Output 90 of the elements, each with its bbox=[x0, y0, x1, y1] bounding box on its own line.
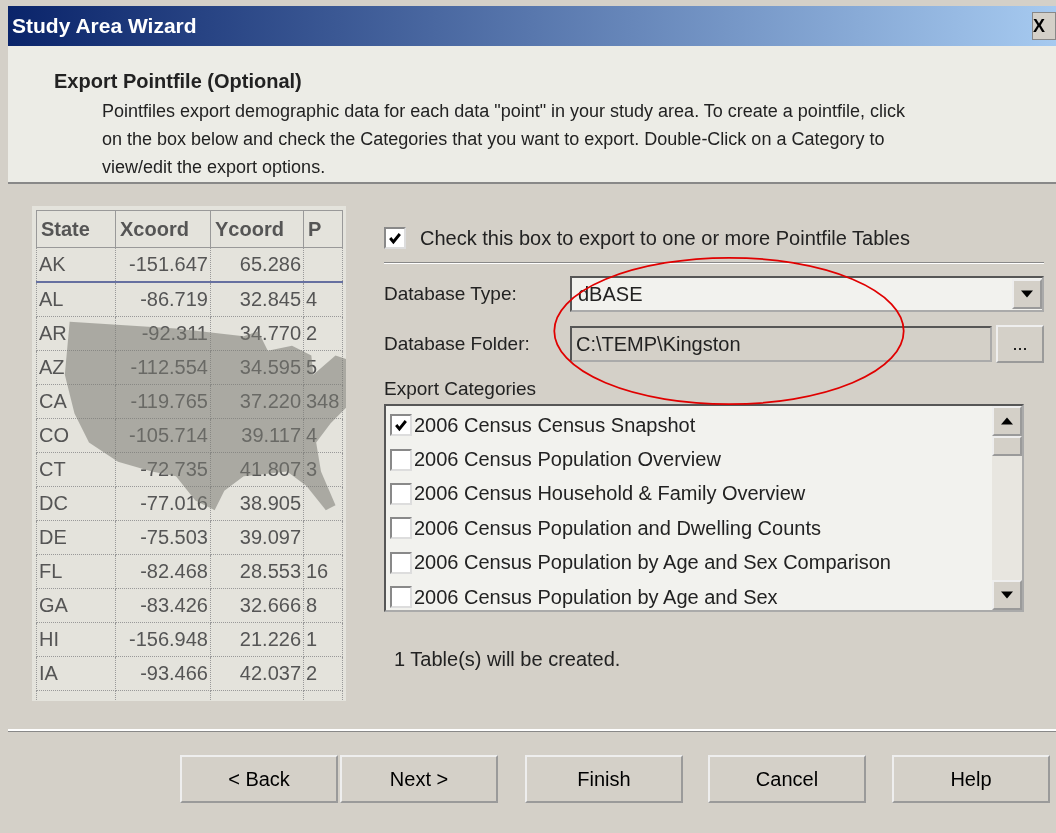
checkmark-icon bbox=[393, 417, 409, 434]
table-cell: AR bbox=[36, 316, 116, 351]
table-cell: HI bbox=[36, 622, 116, 657]
table-cell: -72.735 bbox=[115, 452, 211, 487]
field-label: Database Folder: bbox=[384, 333, 531, 355]
wizard-button[interactable]: < Back bbox=[180, 755, 338, 803]
page-description: Pointfiles export demographic data for each data "point" in your study area. To create a pointfile, click on the box below and check the Categories that you want to export. Double-Click on a Category to view/edit the export options. bbox=[102, 100, 906, 179]
status-text: 1 Table(s) will be created. bbox=[394, 648, 622, 671]
table-cell: -75.503 bbox=[115, 520, 211, 555]
table-cell: DC bbox=[36, 486, 116, 521]
category-item[interactable]: 2006 Census Population by Age and Sex Comparison bbox=[414, 551, 891, 575]
table-cell: -112.554 bbox=[115, 350, 211, 385]
category-item[interactable]: 2006 Census Population Overview bbox=[414, 448, 721, 472]
table-cell: 21.226 bbox=[210, 622, 304, 657]
wizard-button[interactable]: Next > bbox=[340, 755, 498, 803]
scroll-thumb[interactable] bbox=[992, 436, 1022, 456]
table-cell: -77.016 bbox=[115, 486, 211, 521]
table-cell: 5 bbox=[303, 350, 343, 385]
column-header: State bbox=[36, 210, 116, 248]
table-cell: -151.647 bbox=[115, 247, 211, 282]
database-folder-field[interactable]: C:\TEMP\Kingston bbox=[570, 326, 992, 362]
table-cell: 41.807 bbox=[210, 452, 304, 487]
checkbox[interactable] bbox=[390, 551, 412, 574]
table-cell: 65.286 bbox=[210, 247, 304, 282]
table-cell: 8 bbox=[303, 588, 343, 623]
table-cell: AK bbox=[36, 247, 116, 282]
category-item[interactable]: 2006 Census Household & Family Overview bbox=[414, 482, 806, 506]
field-label: Database Type: bbox=[384, 283, 518, 305]
table-cell: 348 bbox=[303, 384, 343, 419]
table-cell: AZ bbox=[36, 350, 116, 385]
table-cell: 32.666 bbox=[210, 588, 304, 623]
list-label: Export Categories bbox=[384, 378, 538, 400]
table-cell: 1 bbox=[303, 622, 343, 657]
table-cell: -119.765 bbox=[115, 384, 211, 419]
table-cell: -156.948 bbox=[115, 622, 211, 657]
table-cell: CA bbox=[36, 384, 116, 419]
table-cell: -105.714 bbox=[115, 418, 211, 453]
table-cell: 32.845 bbox=[210, 282, 304, 317]
wizard-button[interactable]: Cancel bbox=[708, 755, 866, 803]
table-cell: 3 bbox=[303, 452, 343, 487]
wizard-button[interactable]: Finish bbox=[525, 755, 683, 803]
scrollbar[interactable] bbox=[992, 406, 1022, 610]
category-item[interactable]: 2006 Census Population and Dwelling Counts bbox=[414, 516, 821, 540]
checkmark-icon bbox=[387, 230, 403, 246]
scroll-down-icon[interactable] bbox=[992, 580, 1022, 610]
table-cell: GA bbox=[36, 588, 116, 623]
table-cell: IA bbox=[36, 656, 116, 691]
export-checkbox[interactable]: Check this box to export to one or more Pointfile Tables bbox=[384, 222, 1044, 254]
scroll-up-icon[interactable] bbox=[992, 406, 1022, 436]
table-cell: 2 bbox=[303, 656, 343, 691]
table-cell: -82.468 bbox=[115, 554, 211, 589]
table-cell: 39.117 bbox=[210, 418, 304, 453]
column-header: Xcoord bbox=[115, 210, 211, 248]
table-cell: AL bbox=[36, 282, 116, 317]
checkbox[interactable] bbox=[390, 414, 412, 437]
browse-button[interactable]: ... bbox=[996, 325, 1044, 363]
category-item[interactable]: 2006 Census Population by Age and Sex bbox=[414, 585, 778, 609]
table-cell: 38.905 bbox=[210, 486, 304, 521]
checkbox-label: Check this box to export to one or more Pointfile Tables bbox=[420, 226, 910, 250]
table-cell: 42.037 bbox=[210, 656, 304, 691]
table-cell: -86.719 bbox=[115, 282, 211, 317]
close-button[interactable]: X bbox=[1032, 12, 1056, 40]
table-cell: -92.311 bbox=[115, 316, 211, 351]
table-cell: 2 bbox=[303, 316, 343, 351]
table-cell: -83.426 bbox=[115, 588, 211, 623]
table-cell: CT bbox=[36, 452, 116, 487]
table-cell: CO bbox=[36, 418, 116, 453]
wizard-button[interactable]: Help bbox=[892, 755, 1050, 803]
page-title: Export Pointfile (Optional) bbox=[54, 70, 303, 93]
checkbox[interactable] bbox=[390, 517, 412, 540]
table-cell: DE bbox=[36, 520, 116, 555]
table-cell: 4 bbox=[303, 282, 343, 317]
table-cell: 4 bbox=[303, 418, 343, 453]
checkbox[interactable] bbox=[390, 448, 412, 471]
window-title: Study Area Wizard bbox=[11, 14, 197, 38]
column-header: Ycoord bbox=[210, 210, 304, 248]
table-cell: 37.220 bbox=[210, 384, 304, 419]
checkbox[interactable] bbox=[390, 482, 412, 505]
checkbox[interactable] bbox=[384, 227, 406, 249]
checkbox[interactable] bbox=[390, 586, 412, 609]
table-cell: 34.595 bbox=[210, 350, 304, 385]
column-header: P bbox=[303, 210, 343, 248]
table-cell: 34.770 bbox=[210, 316, 304, 351]
table-cell: 16 bbox=[303, 554, 343, 589]
table-cell: FL bbox=[36, 554, 116, 589]
table-cell: 39.097 bbox=[210, 520, 304, 555]
table-cell: 28.553 bbox=[210, 554, 304, 589]
database-type-dropdown[interactable]: dBASE bbox=[570, 276, 1044, 312]
table-cell: -93.466 bbox=[115, 656, 211, 691]
category-item[interactable]: 2006 Census Census Snapshot bbox=[414, 413, 696, 437]
